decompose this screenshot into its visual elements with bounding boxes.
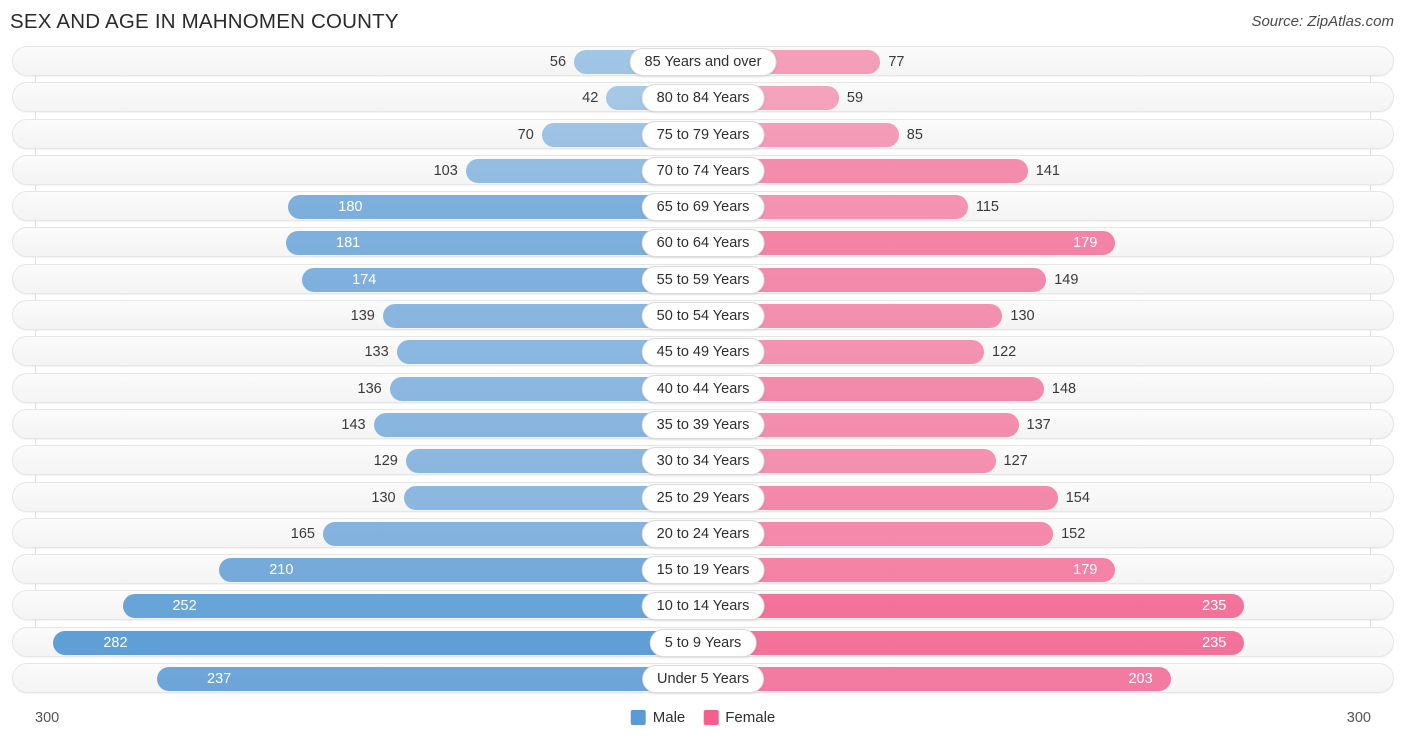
age-group-label: Under 5 Years bbox=[642, 665, 764, 694]
age-group-label: 15 to 19 Years bbox=[641, 556, 765, 585]
female-swatch bbox=[703, 710, 719, 725]
page-title: SEX AND AGE IN MAHNOMEN COUNTY bbox=[10, 10, 399, 33]
age-group-row: 165 152 20 to 24 Years bbox=[12, 517, 1394, 548]
female-value-label: 141 bbox=[1035, 162, 1060, 179]
male-value-label: 252 bbox=[172, 598, 197, 615]
male-bar bbox=[53, 630, 703, 655]
female-value-label: 179 bbox=[1073, 562, 1098, 579]
age-group-row: 139 130 50 to 54 Years bbox=[12, 300, 1394, 331]
female-value-label: 137 bbox=[1026, 416, 1051, 433]
age-group-row: 282 235 5 to 9 Years bbox=[12, 626, 1394, 657]
age-group-row: 130 154 25 to 29 Years bbox=[12, 481, 1394, 512]
female-value-label: 77 bbox=[888, 54, 905, 70]
age-group-label: 5 to 9 Years bbox=[649, 628, 757, 657]
male-value-label: 282 bbox=[103, 634, 128, 651]
age-group-row: 181 179 60 to 64 Years bbox=[12, 227, 1394, 258]
male-value-label: 174 bbox=[352, 271, 377, 288]
male-value-label: 103 bbox=[433, 162, 458, 179]
age-group-row: 143 137 35 to 39 Years bbox=[12, 408, 1394, 439]
female-bar bbox=[703, 630, 1245, 655]
age-group-label: 30 to 34 Years bbox=[641, 447, 765, 476]
female-bar bbox=[703, 558, 1116, 583]
female-value-label: 203 bbox=[1128, 671, 1153, 688]
male-value-label: 237 bbox=[207, 671, 232, 688]
male-value-label: 210 bbox=[269, 562, 294, 579]
age-group-rows: 56 77 85 Years and over 42 59 80 to 84 Years 7… bbox=[0, 46, 1406, 699]
female-value-label: 154 bbox=[1065, 489, 1090, 506]
axis-label-right: 300 bbox=[1346, 710, 1371, 726]
male-bar bbox=[157, 667, 703, 692]
male-value-label: 139 bbox=[350, 308, 375, 325]
legend-label: Female bbox=[725, 709, 776, 726]
female-value-label: 115 bbox=[975, 199, 999, 216]
male-value-label: 133 bbox=[364, 344, 389, 361]
male-value-label: 42 bbox=[582, 90, 599, 107]
age-group-label: 45 to 49 Years bbox=[641, 338, 765, 367]
age-group-label: 20 to 24 Years bbox=[641, 519, 765, 548]
age-group-row: 180 115 65 to 69 Years bbox=[12, 191, 1394, 222]
chart-plot-area: 56 77 85 Years and over 42 59 80 to 84 Years 7… bbox=[0, 46, 1406, 701]
female-value-label: 179 bbox=[1073, 235, 1098, 252]
age-group-row: 56 77 85 Years and over bbox=[12, 46, 1394, 76]
age-group-row: 70 85 75 to 79 Years bbox=[12, 118, 1394, 149]
age-group-row: 133 122 45 to 49 Years bbox=[12, 336, 1394, 367]
male-value-label: 56 bbox=[549, 54, 567, 70]
age-group-row: 210 179 15 to 19 Years bbox=[12, 554, 1394, 585]
age-group-label: 75 to 79 Years bbox=[641, 120, 765, 149]
male-value-label: 70 bbox=[517, 126, 534, 143]
age-group-row: 174 149 55 to 59 Years bbox=[12, 263, 1394, 294]
female-value-label: 122 bbox=[992, 344, 1017, 361]
legend-item[interactable]: Male bbox=[630, 709, 686, 726]
female-value-label: 59 bbox=[846, 90, 864, 107]
legend-item[interactable]: Female bbox=[703, 709, 775, 726]
female-bar bbox=[703, 231, 1116, 256]
chart-header: SEX AND AGE IN MAHNOMEN COUNTY Source: Z… bbox=[0, 0, 1406, 46]
male-value-label: 129 bbox=[373, 453, 398, 470]
chart-footer: 300 Male Female 300 bbox=[0, 702, 1406, 740]
male-value-label: 143 bbox=[341, 416, 366, 433]
female-bar bbox=[703, 667, 1171, 692]
age-group-label: 25 to 29 Years bbox=[641, 483, 765, 512]
age-group-label: 65 to 69 Years bbox=[641, 193, 765, 222]
age-group-row: 237 203 Under 5 Years bbox=[12, 663, 1394, 694]
age-group-label: 10 to 14 Years bbox=[641, 592, 765, 621]
chart-legend: Male Female bbox=[630, 709, 775, 726]
female-bar bbox=[703, 594, 1245, 619]
age-group-label: 85 Years and over bbox=[629, 48, 777, 76]
age-group-row: 129 127 30 to 34 Years bbox=[12, 445, 1394, 476]
female-value-label: 130 bbox=[1010, 308, 1035, 325]
legend-label: Male bbox=[652, 709, 686, 726]
male-value-label: 136 bbox=[357, 380, 382, 397]
age-group-row: 42 59 80 to 84 Years bbox=[12, 82, 1394, 113]
age-group-row: 252 235 10 to 14 Years bbox=[12, 590, 1394, 621]
female-value-label: 85 bbox=[906, 126, 923, 143]
male-value-label: 181 bbox=[336, 235, 361, 252]
age-group-label: 80 to 84 Years bbox=[641, 84, 765, 113]
age-group-label: 55 to 59 Years bbox=[641, 265, 765, 294]
female-value-label: 235 bbox=[1202, 634, 1227, 651]
male-value-label: 180 bbox=[338, 199, 363, 216]
source-attribution: Source: ZipAtlas.com bbox=[1251, 13, 1394, 30]
age-group-label: 60 to 64 Years bbox=[641, 229, 765, 258]
age-group-label: 35 to 39 Years bbox=[641, 410, 765, 439]
age-group-label: 70 to 74 Years bbox=[641, 156, 765, 185]
female-value-label: 152 bbox=[1061, 525, 1086, 542]
population-pyramid-page: SEX AND AGE IN MAHNOMEN COUNTY Source: Z… bbox=[0, 0, 1406, 740]
female-value-label: 148 bbox=[1051, 380, 1077, 397]
male-bar bbox=[122, 594, 703, 619]
female-value-label: 127 bbox=[1003, 453, 1028, 470]
age-group-label: 40 to 44 Years bbox=[641, 374, 765, 403]
axis-label-left: 300 bbox=[35, 710, 60, 726]
age-group-row: 136 148 40 to 44 Years bbox=[12, 372, 1394, 403]
female-value-label: 235 bbox=[1202, 598, 1227, 615]
male-value-label: 130 bbox=[371, 489, 396, 506]
male-swatch bbox=[630, 710, 646, 725]
female-value-label: 149 bbox=[1054, 271, 1079, 288]
age-group-label: 50 to 54 Years bbox=[641, 302, 765, 331]
age-group-row: 103 141 70 to 74 Years bbox=[12, 154, 1394, 185]
male-value-label: 165 bbox=[290, 525, 315, 542]
